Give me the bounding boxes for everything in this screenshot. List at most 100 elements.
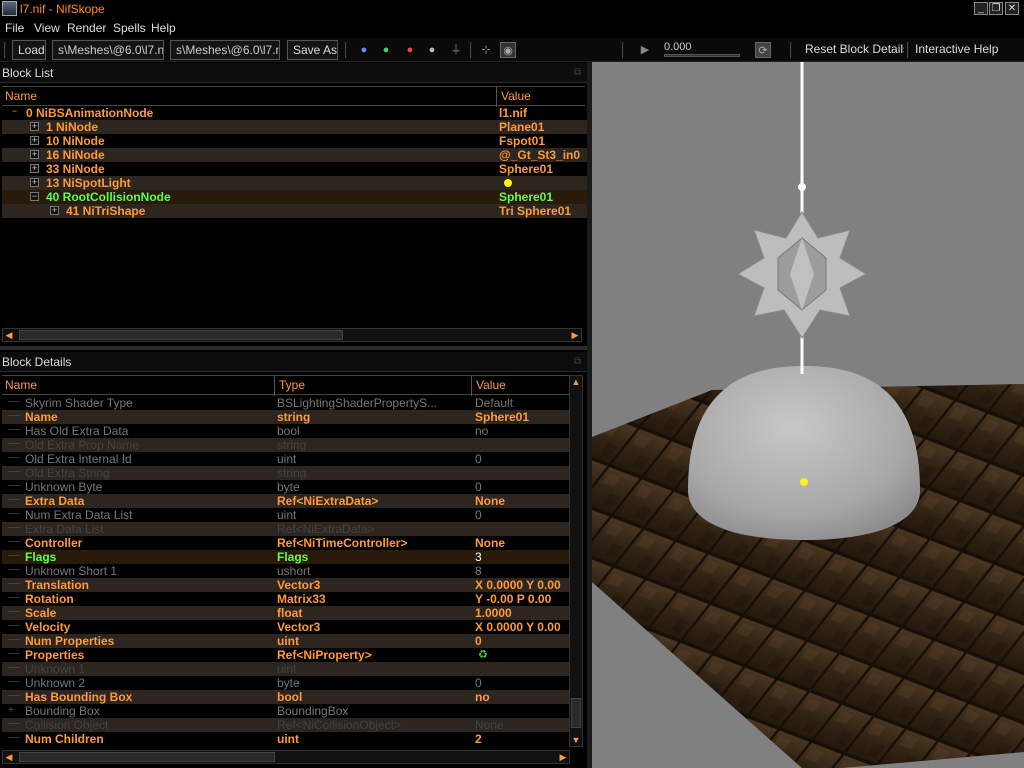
detail-row[interactable]: ┄┄ Skyrim Shader Type BSLightingShaderProp… bbox=[2, 396, 569, 410]
block-list-row[interactable]: −0 NiBSAnimationNode l1.nif bbox=[2, 106, 587, 120]
detail-row[interactable]: ┄┄ Scale float 1.0000 bbox=[2, 606, 569, 620]
expand-icon[interactable]: + bbox=[50, 206, 59, 215]
block-list-row[interactable]: +13 NiSpotLight bbox=[2, 176, 587, 190]
block-details-hscrollbar[interactable]: ◀ ▶ bbox=[2, 750, 570, 764]
reset-block-details-button[interactable]: Reset Block Details bbox=[800, 40, 904, 60]
detail-row[interactable]: ┄┄ Velocity Vector3 X 0.0000 Y 0.00 bbox=[2, 620, 569, 634]
blue-eye-icon[interactable]: ● bbox=[356, 42, 372, 58]
col-name-header[interactable]: Name bbox=[5, 89, 37, 103]
scroll-up-arrow[interactable]: ▲ bbox=[570, 376, 582, 388]
collapse-icon[interactable]: − bbox=[10, 107, 19, 117]
scroll-thumb[interactable] bbox=[19, 330, 343, 340]
float-panel-icon[interactable]: ⧉ bbox=[574, 63, 581, 83]
field-value[interactable]: no bbox=[475, 690, 569, 704]
detail-row[interactable]: ┄┄ Flags Flags 3 bbox=[2, 550, 569, 564]
load-button[interactable]: Load bbox=[12, 40, 46, 60]
column-divider[interactable] bbox=[471, 376, 472, 396]
col-value-header[interactable]: Value bbox=[501, 89, 531, 103]
menu-spells[interactable]: Spells bbox=[113, 21, 146, 35]
close-button[interactable]: ✕ bbox=[1005, 2, 1019, 15]
save-as-button[interactable]: Save As bbox=[287, 40, 338, 60]
block-list-row[interactable]: +41 NiTriShape Tri Sphere01 bbox=[2, 204, 587, 218]
light-icon[interactable]: ⏚ bbox=[448, 42, 464, 58]
red-eye-icon[interactable]: ● bbox=[402, 42, 418, 58]
field-value[interactable]: 0 bbox=[475, 452, 569, 466]
detail-row[interactable]: ┄┄ Unknown 1 uint bbox=[2, 662, 569, 676]
load-path-input[interactable]: s\Meshes\@6.0\l7.nif bbox=[52, 40, 164, 60]
col-type-header[interactable]: Type bbox=[279, 378, 305, 392]
field-value[interactable]: 3 bbox=[475, 550, 569, 564]
block-list-row[interactable]: +10 NiNode Fspot01 bbox=[2, 134, 587, 148]
scroll-thumb[interactable] bbox=[571, 698, 581, 728]
detail-row[interactable]: ┄┄ Extra Data Ref<NiExtraData> None bbox=[2, 494, 569, 508]
field-value[interactable]: 2 bbox=[475, 732, 569, 746]
detail-row[interactable]: ┄┄ Extra Data List Ref<NiExtraData> bbox=[2, 522, 569, 536]
field-value[interactable]: 8 bbox=[475, 564, 569, 578]
detail-row[interactable]: ┄┄ Unknown Byte byte 0 bbox=[2, 480, 569, 494]
detail-row[interactable]: ┄┄ Rotation Matrix33 Y -0.00 P 0.00 bbox=[2, 592, 569, 606]
field-value[interactable]: 1.0000 bbox=[475, 606, 569, 620]
expand-icon[interactable]: + bbox=[30, 122, 39, 131]
float-panel-icon[interactable]: ⧉ bbox=[574, 352, 581, 372]
block-list-row[interactable]: +1 NiNode Plane01 bbox=[2, 120, 587, 134]
menu-view[interactable]: View bbox=[34, 21, 60, 35]
white-eye-icon[interactable]: ● bbox=[424, 42, 440, 58]
green-eye-icon[interactable]: ● bbox=[378, 42, 394, 58]
restore-button[interactable]: ❐ bbox=[989, 2, 1003, 15]
detail-row[interactable]: ┄┄ Old Extra Internal Id uint 0 bbox=[2, 452, 569, 466]
save-path-input[interactable]: s\Meshes\@6.0\l7.nif bbox=[170, 40, 280, 60]
expand-icon[interactable]: + bbox=[8, 704, 14, 718]
detail-row[interactable]: ┄┄ Unknown 2 byte 0 bbox=[2, 676, 569, 690]
field-value[interactable]: 0 bbox=[475, 480, 569, 494]
detail-row[interactable]: ┄┄ Controller Ref<NiTimeController> None bbox=[2, 536, 569, 550]
collapse-icon[interactable]: − bbox=[30, 192, 39, 201]
field-value[interactable]: 0 bbox=[475, 508, 569, 522]
detail-row[interactable]: + Bounding Box BoundingBox bbox=[2, 704, 569, 718]
menu-file[interactable]: File bbox=[5, 21, 24, 35]
scroll-left-arrow[interactable]: ◀ bbox=[3, 329, 15, 341]
field-value[interactable]: 0 bbox=[475, 676, 569, 690]
field-value[interactable]: Default bbox=[475, 396, 569, 410]
play-icon[interactable]: ▶ bbox=[637, 42, 653, 58]
detail-row[interactable]: ┄┄ Has Old Extra Data bool no bbox=[2, 424, 569, 438]
expand-icon[interactable]: + bbox=[30, 164, 39, 173]
scroll-right-arrow[interactable]: ▶ bbox=[569, 329, 581, 341]
detail-row[interactable]: ┄┄ Num Children uint 2 bbox=[2, 732, 569, 746]
menu-render[interactable]: Render bbox=[67, 21, 106, 35]
detail-row[interactable]: ┄┄ Collision Object Ref<NiCollisionObject>… bbox=[2, 718, 569, 732]
detail-row[interactable]: ┄┄ Has Bounding Box bool no bbox=[2, 690, 569, 704]
detail-row[interactable]: ┄┄ Old Extra Prop Name string bbox=[2, 438, 569, 452]
block-details-vscrollbar[interactable]: ▲ ▼ bbox=[569, 375, 583, 747]
panel-splitter[interactable] bbox=[0, 346, 588, 350]
detail-row[interactable]: ┄┄ Num Extra Data List uint 0 bbox=[2, 508, 569, 522]
menu-help[interactable]: Help bbox=[151, 21, 176, 35]
interactive-help-button[interactable]: Interactive Help bbox=[910, 40, 1000, 60]
field-value[interactable]: None bbox=[475, 536, 569, 550]
col-value-header[interactable]: Value bbox=[476, 378, 506, 392]
scroll-left-arrow[interactable]: ◀ bbox=[3, 751, 15, 763]
detail-row[interactable]: ┄┄ Properties Ref<NiProperty> ♻ bbox=[2, 648, 569, 662]
time-slider[interactable] bbox=[664, 54, 740, 57]
expand-icon[interactable]: + bbox=[30, 136, 39, 145]
field-value[interactable]: Y -0.00 P 0.00 bbox=[475, 592, 569, 606]
minimize-button[interactable]: _ bbox=[974, 2, 988, 15]
field-value[interactable]: Sphere01 bbox=[475, 410, 569, 424]
column-divider[interactable] bbox=[496, 87, 497, 107]
scroll-right-arrow[interactable]: ▶ bbox=[557, 751, 569, 763]
field-value[interactable]: X 0.0000 Y 0.00 bbox=[475, 578, 569, 592]
field-value[interactable]: None bbox=[475, 718, 569, 732]
block-list-hscrollbar[interactable]: ◀ ▶ bbox=[2, 328, 582, 342]
detail-row[interactable]: ┄┄ Name string Sphere01 bbox=[2, 410, 569, 424]
detail-row[interactable]: ┄┄ Unknown Short 1 ushort 8 bbox=[2, 564, 569, 578]
block-list-row[interactable]: +16 NiNode @_Gt_St3_in0 bbox=[2, 148, 587, 162]
expand-icon[interactable]: + bbox=[30, 178, 39, 187]
detail-row[interactable]: ┄┄ Num Properties uint 0 bbox=[2, 634, 569, 648]
field-value[interactable]: None bbox=[475, 494, 569, 508]
grid-icon[interactable]: ◉ bbox=[500, 42, 516, 58]
field-value[interactable]: no bbox=[475, 424, 569, 438]
detail-row[interactable]: ┄┄ Translation Vector3 X 0.0000 Y 0.00 bbox=[2, 578, 569, 592]
expand-icon[interactable]: + bbox=[30, 150, 39, 159]
block-list-row[interactable]: −40 RootCollisionNode Sphere01 bbox=[2, 190, 587, 204]
loop-icon[interactable]: ⟳ bbox=[755, 42, 771, 58]
axes-icon[interactable]: ⊹ bbox=[478, 42, 494, 58]
